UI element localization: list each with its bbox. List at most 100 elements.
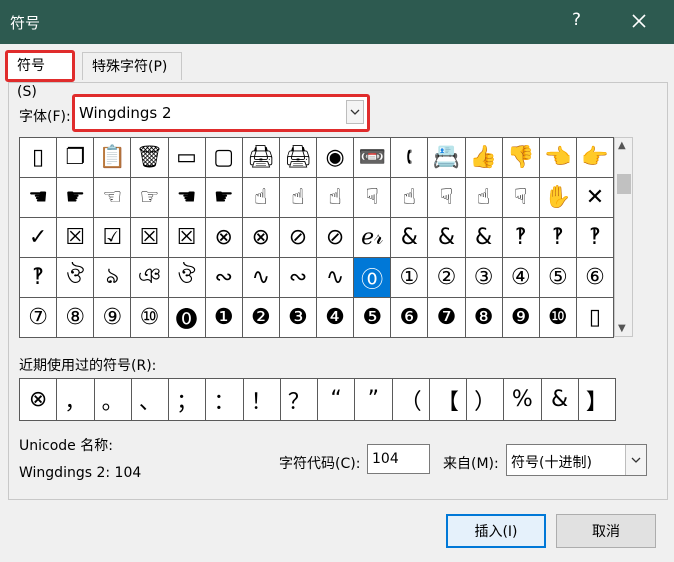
symbol-cell[interactable]: 👈: [539, 138, 577, 178]
symbol-cell[interactable]: ▯: [576, 298, 614, 338]
symbol-cell[interactable]: ⑤: [539, 258, 577, 298]
symbol-cell[interactable]: ঔ: [57, 258, 95, 298]
symbol-cell[interactable]: ঞ: [131, 258, 169, 298]
font-dropdown-button[interactable]: [346, 100, 364, 124]
recent-symbol-cell[interactable]: &: [541, 379, 579, 421]
symbol-cell[interactable]: &: [391, 218, 429, 258]
symbol-cell[interactable]: &: [428, 218, 466, 258]
symbol-cell[interactable]: ☝: [465, 178, 503, 218]
from-select[interactable]: 符号(十进制): [506, 444, 647, 476]
symbol-cell[interactable]: ∾: [205, 258, 243, 298]
symbol-cell[interactable]: ☒: [168, 218, 206, 258]
symbol-cell[interactable]: ④: [502, 258, 540, 298]
recent-symbol-cell[interactable]: ）: [467, 379, 505, 421]
symbol-cell[interactable]: ②: [428, 258, 466, 298]
recent-symbol-cell[interactable]: 】: [578, 379, 616, 421]
symbol-cell[interactable]: ‽: [576, 218, 614, 258]
symbol-cell[interactable]: ☑: [94, 218, 132, 258]
symbol-cell[interactable]: ‽: [539, 218, 577, 258]
symbol-cell[interactable]: ✕: [576, 178, 614, 218]
symbol-cell[interactable]: ⑩: [131, 298, 169, 338]
symbol-cell[interactable]: ❹: [317, 298, 355, 338]
symbol-cell[interactable]: ☒: [131, 218, 169, 258]
symbol-cell[interactable]: 🗑: [131, 138, 169, 178]
font-select[interactable]: Wingdings 2: [72, 94, 370, 132]
symbol-cell[interactable]: ☒: [57, 218, 95, 258]
symbol-cell[interactable]: 📇: [428, 138, 466, 178]
symbol-cell[interactable]: ☞: [131, 178, 169, 218]
recent-symbol-cell[interactable]: （: [392, 379, 430, 421]
symbol-cell[interactable]: ‽: [502, 218, 540, 258]
symbol-cell[interactable]: ⊗: [242, 218, 280, 258]
symbol-cell[interactable]: ①: [391, 258, 429, 298]
recent-symbol-cell[interactable]: ！: [243, 379, 281, 421]
symbol-cell[interactable]: ⑧: [57, 298, 95, 338]
symbol-cell[interactable]: ☛: [57, 178, 95, 218]
recent-symbol-cell[interactable]: %: [504, 379, 542, 421]
recent-symbol-cell[interactable]: 。: [94, 379, 132, 421]
symbol-cell[interactable]: ⊘: [317, 218, 355, 258]
symbol-cell[interactable]: ❿: [539, 298, 577, 338]
symbol-cell[interactable]: ⊗: [205, 218, 243, 258]
symbol-cell[interactable]: ⑥: [576, 258, 614, 298]
help-button[interactable]: ?: [572, 10, 581, 30]
symbol-cell[interactable]: ❷: [242, 298, 280, 338]
symbol-cell[interactable]: 🖨: [242, 138, 280, 178]
close-button[interactable]: [622, 4, 656, 38]
recent-symbol-cell[interactable]: ，: [57, 379, 95, 421]
symbol-cell[interactable]: ⑨: [94, 298, 132, 338]
symbol-cell[interactable]: ☚: [168, 178, 206, 218]
recent-symbol-cell[interactable]: 、: [131, 379, 169, 421]
symbol-cell[interactable]: 📋: [94, 138, 132, 178]
symbol-cell[interactable]: ☟: [354, 178, 392, 218]
symbol-cell[interactable]: ❶: [205, 298, 243, 338]
symbol-cell[interactable]: ❺: [354, 298, 392, 338]
symbol-cell[interactable]: ☟: [428, 178, 466, 218]
symbol-cell[interactable]: ⓪: [354, 258, 392, 298]
cancel-button[interactable]: 取消: [556, 514, 656, 548]
symbol-cell[interactable]: ◉: [317, 138, 355, 178]
recent-symbol-cell[interactable]: ？: [280, 379, 318, 421]
symbol-grid-scrollbar[interactable]: ▲ ▼: [614, 137, 633, 337]
symbol-cell[interactable]: ∾: [279, 258, 317, 298]
char-code-input[interactable]: [367, 444, 430, 474]
symbol-cell[interactable]: 🕻: [391, 138, 429, 178]
symbol-cell[interactable]: ☚: [20, 178, 58, 218]
symbol-cell[interactable]: ☟: [502, 178, 540, 218]
symbol-cell[interactable]: ▢: [205, 138, 243, 178]
symbol-cell[interactable]: ⑦: [20, 298, 58, 338]
symbol-cell[interactable]: ☝: [391, 178, 429, 218]
recent-symbol-cell[interactable]: ”: [355, 379, 393, 421]
recent-symbol-cell[interactable]: 【: [429, 379, 467, 421]
scroll-up-icon[interactable]: ▲: [618, 140, 626, 151]
symbol-cell[interactable]: ‽: [20, 258, 58, 298]
symbol-cell[interactable]: ∿: [317, 258, 355, 298]
symbol-cell[interactable]: ❸: [279, 298, 317, 338]
symbol-cell[interactable]: ⓿: [168, 298, 206, 338]
symbol-cell[interactable]: ℯ𝓇: [354, 218, 392, 258]
scroll-down-icon[interactable]: ▼: [618, 323, 626, 334]
symbol-cell[interactable]: ☝: [317, 178, 355, 218]
symbol-cell[interactable]: ∿: [242, 258, 280, 298]
recent-symbol-cell[interactable]: ；: [169, 379, 207, 421]
symbol-cell[interactable]: &: [465, 218, 503, 258]
symbol-cell[interactable]: ❼: [428, 298, 466, 338]
symbol-cell[interactable]: ❐: [57, 138, 95, 178]
tab-special-characters[interactable]: 特殊字符(P): [82, 52, 182, 80]
symbol-cell[interactable]: ✓: [20, 218, 58, 258]
insert-button[interactable]: 插入(I): [446, 514, 546, 548]
symbol-cell[interactable]: ☜: [94, 178, 132, 218]
symbol-cell[interactable]: 📼: [354, 138, 392, 178]
symbol-cell[interactable]: ঔ: [168, 258, 206, 298]
symbol-cell[interactable]: ▯: [20, 138, 58, 178]
symbol-cell[interactable]: ☛: [205, 178, 243, 218]
symbol-cell[interactable]: 👉: [576, 138, 614, 178]
symbol-cell[interactable]: ঌ: [94, 258, 132, 298]
recent-symbol-cell[interactable]: “: [318, 379, 356, 421]
tab-symbols[interactable]: 符号(S): [5, 50, 75, 100]
scroll-thumb[interactable]: [617, 174, 631, 194]
symbol-cell[interactable]: ✋: [539, 178, 577, 218]
symbol-cell[interactable]: ☝: [242, 178, 280, 218]
symbol-cell[interactable]: 👍: [465, 138, 503, 178]
symbol-cell[interactable]: ☝: [279, 178, 317, 218]
